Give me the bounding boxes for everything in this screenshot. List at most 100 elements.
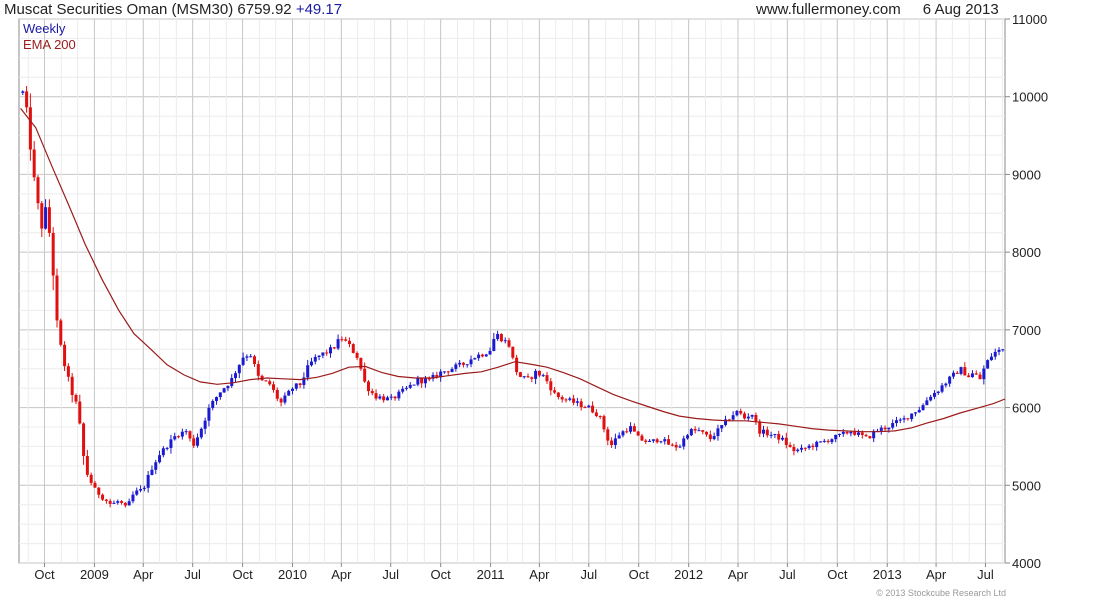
- candle-down: [860, 432, 864, 435]
- candle-up: [678, 446, 682, 448]
- candle-up: [211, 400, 215, 408]
- candle-down: [85, 455, 89, 475]
- candle-up: [450, 368, 454, 373]
- legend-ema-200: EMA 200: [23, 37, 76, 52]
- candle-down: [792, 446, 796, 452]
- x-tick-label: Jul: [382, 567, 399, 582]
- candle-up: [925, 400, 929, 406]
- candle-down: [177, 436, 181, 438]
- candle-down: [120, 501, 124, 503]
- candle-down: [788, 444, 792, 447]
- x-tick-label: Apr: [728, 567, 749, 582]
- candle-up: [207, 407, 211, 421]
- x-tick-label: Oct: [34, 567, 55, 582]
- candle-up: [697, 430, 701, 432]
- candle-up: [458, 362, 462, 365]
- candle-down: [82, 423, 86, 456]
- candle-up: [944, 383, 948, 386]
- candle-up: [199, 428, 203, 438]
- candle-up: [948, 376, 952, 384]
- candle-down: [868, 436, 872, 439]
- candle-down: [427, 378, 431, 380]
- candle-up: [921, 405, 925, 411]
- candle-down: [25, 91, 29, 108]
- candle-up: [575, 401, 579, 403]
- candle-down: [40, 203, 44, 229]
- candle-up: [226, 385, 230, 389]
- candle-down: [670, 444, 674, 446]
- candle-up: [222, 388, 226, 393]
- candle-down: [811, 445, 815, 448]
- candle-down: [758, 421, 762, 434]
- candle-down: [583, 407, 587, 409]
- candle-down: [906, 418, 910, 420]
- candle-up: [822, 440, 826, 442]
- candle-down: [347, 340, 351, 345]
- candle-up: [397, 391, 401, 399]
- candle-up: [196, 437, 200, 446]
- candle-down: [560, 397, 564, 400]
- candle-up: [735, 410, 739, 416]
- candle-down: [667, 439, 671, 445]
- candle-down: [883, 427, 887, 430]
- candle-down: [845, 431, 849, 434]
- candle-up: [442, 371, 446, 373]
- candle-down: [63, 344, 67, 367]
- candle-up: [203, 420, 207, 429]
- candle-up: [112, 502, 116, 504]
- candle-up: [378, 396, 382, 399]
- candle-up: [841, 431, 845, 434]
- candle-down: [264, 380, 268, 382]
- x-tick-label: Oct: [232, 567, 253, 582]
- candle-down: [610, 440, 614, 445]
- candle-down: [625, 431, 629, 433]
- candle-up: [404, 387, 408, 389]
- candle-down: [803, 447, 807, 449]
- candle-up: [328, 347, 332, 354]
- x-tick-label: 2009: [80, 567, 109, 582]
- legend-weekly: Weekly: [23, 21, 66, 36]
- candle-up: [465, 364, 469, 366]
- candle-up: [389, 396, 393, 398]
- candle-down: [93, 482, 97, 488]
- candle-up: [317, 355, 321, 357]
- candle-up: [173, 436, 177, 440]
- y-tick-label: 10000: [1012, 90, 1048, 105]
- candle-up: [629, 426, 633, 432]
- candle-up: [796, 449, 800, 452]
- candle-up: [180, 431, 184, 437]
- candle-up: [970, 373, 974, 378]
- candle-down: [674, 444, 678, 448]
- candle-down: [499, 333, 503, 342]
- candle-down: [754, 414, 758, 422]
- candle-up: [663, 439, 667, 442]
- y-tick-label: 5000: [1012, 478, 1041, 493]
- candle-down: [967, 375, 971, 378]
- candle-up: [800, 447, 804, 450]
- x-tick-label: Apr: [926, 567, 947, 582]
- candle-down: [275, 389, 279, 399]
- candle-up: [818, 441, 822, 443]
- candle-up: [158, 455, 162, 463]
- candle-down: [632, 426, 636, 432]
- candle-down: [602, 416, 606, 430]
- candle-up: [237, 364, 241, 374]
- candle-up: [473, 358, 477, 360]
- candle-up: [731, 415, 735, 420]
- candle-up: [401, 388, 405, 392]
- candle-up: [131, 494, 135, 502]
- price-chart: Oct 2009 Apr Jul Oct 2010 Apr Jul Oct 2011 Apr Jul O…: [18, 12, 1048, 582]
- candle-up: [989, 356, 993, 361]
- candle-up: [541, 375, 545, 377]
- candle-down: [511, 346, 515, 358]
- x-tick-label: 2013: [873, 567, 902, 582]
- candle-down: [36, 177, 40, 204]
- x-tick-label: Apr: [133, 567, 154, 582]
- candle-down: [66, 366, 70, 377]
- candle-up: [522, 376, 526, 378]
- candle-up: [951, 372, 955, 377]
- candle-up: [1001, 349, 1005, 351]
- candle-down: [955, 372, 959, 374]
- candle-down: [826, 440, 830, 443]
- candle-up: [913, 412, 917, 414]
